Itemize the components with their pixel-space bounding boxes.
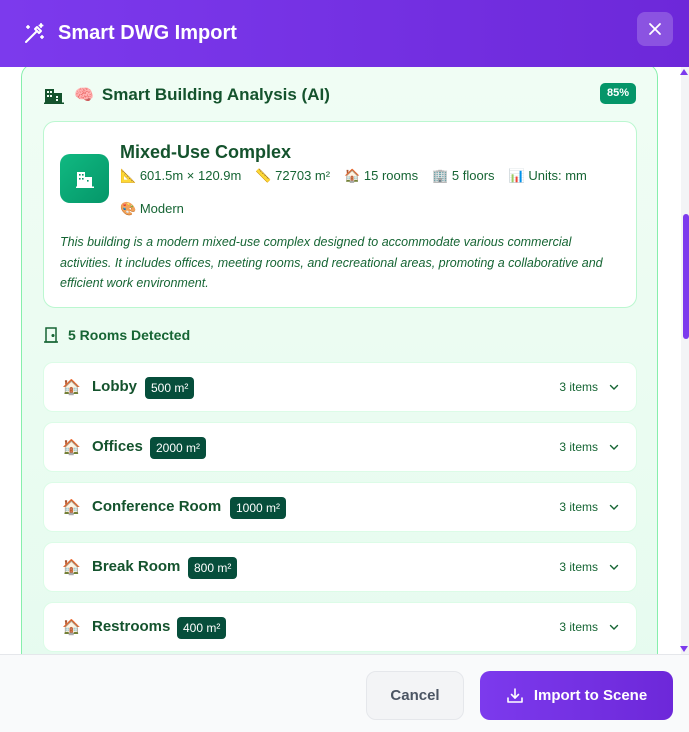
room-row-offices[interactable]: 🏠 Offices 2000 m² 3 items <box>43 422 637 472</box>
ruler-icon: 📏 <box>255 168 272 183</box>
room-name: Break Room <box>92 558 181 575</box>
brain-icon: 🧠 <box>74 87 94 104</box>
house-icon: 🏠 <box>344 168 361 183</box>
building-icon <box>60 154 109 203</box>
close-icon <box>649 23 661 35</box>
palette-icon: 🎨 <box>120 201 137 216</box>
chevron-down-icon <box>609 564 619 570</box>
house-icon: 🏠 <box>62 379 81 396</box>
building-rooms: 15 rooms <box>363 168 419 183</box>
rooms-header: 5 Rooms Detected <box>44 327 190 343</box>
dialog-body[interactable]: 🧠 Smart Building Analysis (AI) 85% Mixed… <box>0 67 689 654</box>
scrollbar-thumb[interactable] <box>683 214 689 339</box>
office-building-icon: 🏢 <box>432 168 449 183</box>
bar-chart-icon: 📊 <box>508 168 525 183</box>
house-icon: 🏠 <box>62 559 81 576</box>
building-area: 72703 m² <box>275 168 331 183</box>
room-name: Conference Room <box>92 498 222 515</box>
building-name: Mixed-Use Complex <box>120 142 292 162</box>
room-area-badge: 2000 m² <box>150 437 207 459</box>
analysis-title: Smart Building Analysis (AI) <box>101 85 330 104</box>
area-meta: 📏 72703 m² <box>255 168 330 184</box>
building-units: Units: mm <box>528 168 587 183</box>
building-info-card: Mixed-Use Complex 📐 601.5m × 120.9m 📏 72… <box>43 121 637 308</box>
room-items-count: 3 items <box>559 620 598 634</box>
room-row-restrooms[interactable]: 🏠 Restrooms 400 m² 3 items <box>43 602 637 652</box>
triangle-ruler-icon: 📐 <box>120 168 137 183</box>
room-name: Offices <box>92 438 143 455</box>
building-floors: 5 floors <box>451 168 495 183</box>
house-icon: 🏠 <box>62 619 81 636</box>
room-area-badge: 1000 m² <box>230 497 287 519</box>
dialog-header: Smart DWG Import <box>0 0 689 67</box>
room-name: Restrooms <box>92 618 171 635</box>
close-button[interactable] <box>637 12 673 46</box>
room-area-badge: 400 m² <box>177 617 227 639</box>
style-meta: 🎨 Modern <box>120 201 184 217</box>
dialog-title: Smart DWG Import <box>58 22 237 44</box>
room-area-badge: 500 m² <box>145 377 195 399</box>
dimensions-meta: 📐 601.5m × 120.9m <box>120 168 241 184</box>
confidence-badge: 85% <box>599 83 636 104</box>
rooms-count: 5 Rooms Detected <box>68 327 191 343</box>
cancel-button[interactable]: Cancel <box>366 671 464 720</box>
door-icon <box>44 327 58 343</box>
dialog-footer: Cancel Import to Scene <box>0 654 689 732</box>
room-area-badge: 800 m² <box>188 557 238 579</box>
chevron-down-icon <box>609 504 619 510</box>
room-items-count: 3 items <box>559 560 598 574</box>
building-icon <box>44 89 64 104</box>
import-label: Import to Scene <box>533 687 648 704</box>
chevron-down-icon <box>609 384 619 390</box>
room-items-count: 3 items <box>559 380 598 394</box>
cancel-label: Cancel <box>390 687 440 704</box>
building-meta: 📐 601.5m × 120.9m 📏 72703 m² 🏠 15 rooms … <box>120 168 601 184</box>
scroll-up-arrow-icon[interactable] <box>680 69 688 75</box>
room-items-count: 3 items <box>559 500 598 514</box>
house-icon: 🏠 <box>62 499 81 516</box>
building-dimensions: 601.5m × 120.9m <box>139 168 242 183</box>
room-row-lobby[interactable]: 🏠 Lobby 500 m² 3 items <box>43 362 637 412</box>
import-to-scene-button[interactable]: Import to Scene <box>480 671 673 720</box>
chevron-down-icon <box>609 444 619 450</box>
room-row-break-room[interactable]: 🏠 Break Room 800 m² 3 items <box>43 542 637 592</box>
floors-meta: 🏢 5 floors <box>432 168 494 184</box>
scroll-down-arrow-icon[interactable] <box>680 646 688 652</box>
import-icon <box>507 687 523 703</box>
units-meta: 📊 Units: mm <box>509 168 587 184</box>
building-description: This building is a modern mixed-use comp… <box>60 235 603 290</box>
house-icon: 🏠 <box>62 439 81 456</box>
room-items-count: 3 items <box>559 440 598 454</box>
magic-wand-icon <box>25 22 44 43</box>
analysis-card: 🧠 Smart Building Analysis (AI) 85% Mixed… <box>21 67 658 654</box>
room-name: Lobby <box>92 378 137 395</box>
scrollbar[interactable] <box>681 67 689 654</box>
analysis-header: 🧠 Smart Building Analysis (AI) <box>44 85 330 105</box>
rooms-meta: 🏠 15 rooms <box>344 168 418 184</box>
room-row-conference-room[interactable]: 🏠 Conference Room 1000 m² 3 items <box>43 482 637 532</box>
chevron-down-icon <box>609 624 619 630</box>
building-style: Modern <box>139 201 184 216</box>
